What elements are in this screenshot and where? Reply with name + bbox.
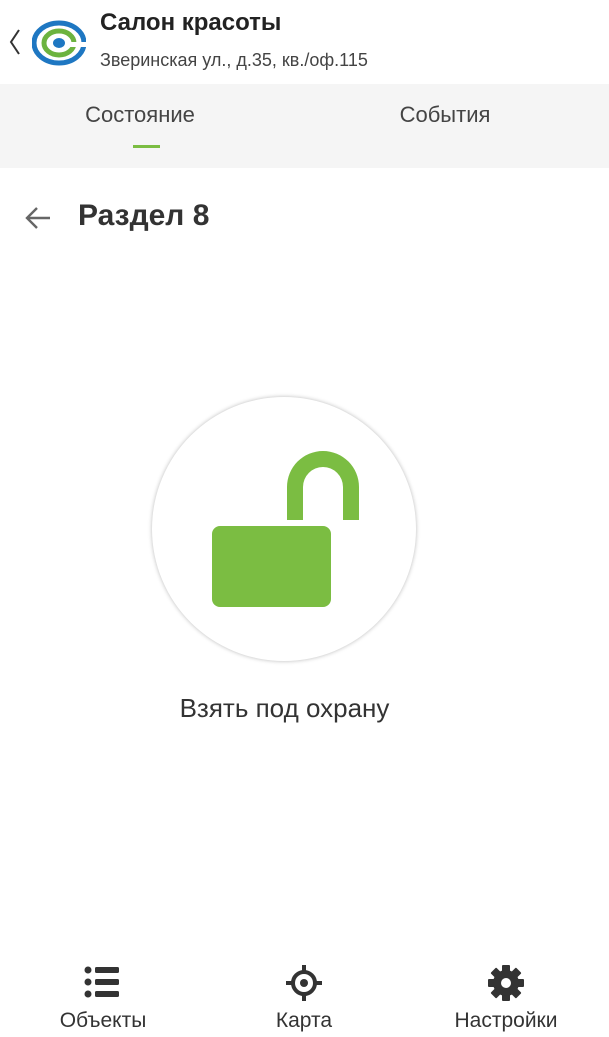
object-address: Зверинская ул., д.35, кв./оф.115	[100, 50, 368, 70]
arrow-left-icon[interactable]	[24, 204, 52, 232]
tab-bar: Состояние События	[0, 84, 609, 168]
nav-objects-label: Объекты	[59, 1009, 147, 1032]
bottom-navigation: Объекты Карта Настройки	[0, 950, 609, 1037]
object-title: Салон красоты	[100, 9, 282, 36]
nav-settings-label: Настройки	[454, 1009, 558, 1032]
list-icon	[84, 966, 119, 998]
tab-selected-indicator	[133, 145, 160, 148]
chevron-left-icon[interactable]	[6, 26, 24, 58]
arm-button[interactable]	[152, 397, 416, 661]
app-header: Салон красоты Зверинская ул., д.35, кв./…	[0, 0, 609, 84]
nav-map[interactable]: Карта	[254, 950, 354, 1037]
section-title: Раздел 8	[78, 199, 210, 232]
arm-label: Взять под охрану	[179, 693, 390, 723]
nav-settings[interactable]: Настройки	[436, 950, 576, 1037]
app-logo-icon	[32, 20, 86, 66]
crosshair-icon	[286, 965, 322, 1001]
gear-icon	[488, 965, 524, 1001]
tab-state[interactable]: Состояние	[0, 84, 304, 168]
tab-state-label: Состояние	[85, 102, 195, 127]
tab-events-label: События	[399, 102, 491, 127]
nav-objects[interactable]: Объекты	[40, 950, 166, 1037]
tab-events[interactable]: События	[305, 84, 609, 168]
nav-map-label: Карта	[275, 1009, 333, 1032]
unlocked-padlock-icon	[212, 451, 359, 607]
